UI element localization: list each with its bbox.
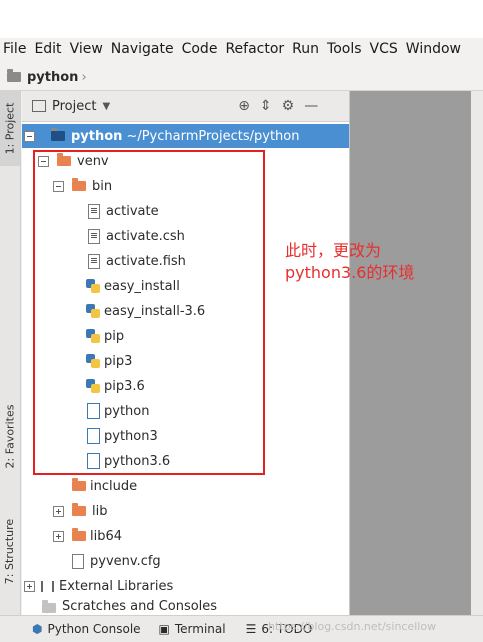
menu-edit[interactable]: Edit bbox=[31, 41, 66, 57]
breadcrumb: python › bbox=[0, 64, 483, 91]
menu-bar: File Edit View Navigate Code Refactor Ru… bbox=[0, 38, 483, 60]
folder-icon bbox=[51, 128, 65, 141]
scratches-label: Scratches and Consoles bbox=[62, 599, 218, 614]
python-console-icon: ⬢ bbox=[32, 622, 43, 636]
expander-icon[interactable] bbox=[53, 505, 64, 517]
menu-vcs[interactable]: VCS bbox=[367, 41, 403, 57]
symlink-folder-icon bbox=[72, 528, 86, 541]
annotation-text: 此时，更改为 python3.6的环境 bbox=[285, 241, 415, 282]
file-label: pyvenv.cfg bbox=[90, 553, 161, 569]
todo-icon: ☰ bbox=[245, 622, 257, 636]
editor-area bbox=[350, 91, 483, 615]
window-top bbox=[0, 0, 483, 38]
menu-navigate[interactable]: Navigate bbox=[108, 41, 179, 57]
tree-external-libraries[interactable]: External Libraries bbox=[24, 574, 173, 598]
scratches-icon bbox=[42, 600, 56, 613]
root-path: ~/PycharmProjects/python bbox=[126, 128, 300, 144]
dropdown-arrow-icon[interactable]: ▼ bbox=[102, 101, 110, 112]
tab-structure[interactable]: 7: Structure bbox=[0, 506, 20, 596]
highlight-box bbox=[33, 150, 265, 475]
tree-lib[interactable]: lib bbox=[53, 499, 107, 523]
locate-icon[interactable]: ⊕ bbox=[238, 98, 250, 114]
tab-favorites[interactable]: 2: Favorites bbox=[0, 391, 20, 481]
folder-icon bbox=[72, 478, 86, 491]
menu-file[interactable]: File bbox=[0, 41, 31, 57]
minimize-icon[interactable]: — bbox=[304, 98, 318, 114]
expander-icon[interactable] bbox=[24, 580, 35, 592]
tree-scratches[interactable]: Scratches and Consoles bbox=[42, 599, 217, 615]
chevron-right-icon: › bbox=[81, 69, 87, 85]
file-icon bbox=[72, 553, 84, 569]
watermark: https://blog.csdn.net/sincellow bbox=[268, 620, 437, 633]
library-icon bbox=[41, 580, 54, 592]
tree-include[interactable]: include bbox=[72, 474, 137, 498]
tree-root[interactable]: python ~/PycharmProjects/python bbox=[22, 124, 349, 148]
lib-label: lib bbox=[92, 503, 108, 519]
lib64-label: lib64 bbox=[90, 528, 123, 544]
terminal-tab[interactable]: Terminal bbox=[175, 622, 226, 636]
folder-icon bbox=[72, 503, 86, 516]
expander-icon[interactable] bbox=[24, 130, 35, 142]
tab-project[interactable]: 1: Project bbox=[0, 91, 20, 166]
right-tool-strip bbox=[471, 91, 483, 615]
menu-view[interactable]: View bbox=[67, 41, 108, 57]
terminal-icon: ▣ bbox=[158, 622, 170, 636]
project-view-icon bbox=[32, 100, 46, 112]
tree-file[interactable]: pyvenv.cfg bbox=[72, 549, 161, 573]
include-label: include bbox=[90, 478, 138, 494]
panel-header: Project ▼ ⊕ ⇕ ⚙ — bbox=[22, 91, 349, 122]
external-libraries-label: External Libraries bbox=[59, 578, 174, 594]
menu-run[interactable]: Run bbox=[289, 41, 324, 57]
menu-code[interactable]: Code bbox=[179, 41, 223, 57]
menu-window[interactable]: Window bbox=[403, 41, 466, 57]
panel-title[interactable]: Project bbox=[52, 99, 96, 114]
gear-icon[interactable]: ⚙ bbox=[282, 98, 295, 114]
tree-lib64[interactable]: lib64 bbox=[53, 524, 122, 548]
expander-icon[interactable] bbox=[53, 530, 64, 542]
root-name: python bbox=[71, 128, 123, 144]
collapse-icon[interactable]: ⇕ bbox=[260, 98, 272, 114]
folder-icon bbox=[7, 69, 21, 82]
breadcrumb-project[interactable]: python bbox=[27, 70, 78, 85]
menu-refactor[interactable]: Refactor bbox=[222, 41, 289, 57]
left-tool-strip: 1: Project 2: Favorites 7: Structure bbox=[0, 91, 21, 615]
python-console-tab[interactable]: Python Console bbox=[47, 622, 140, 636]
menu-tools[interactable]: Tools bbox=[324, 41, 367, 57]
